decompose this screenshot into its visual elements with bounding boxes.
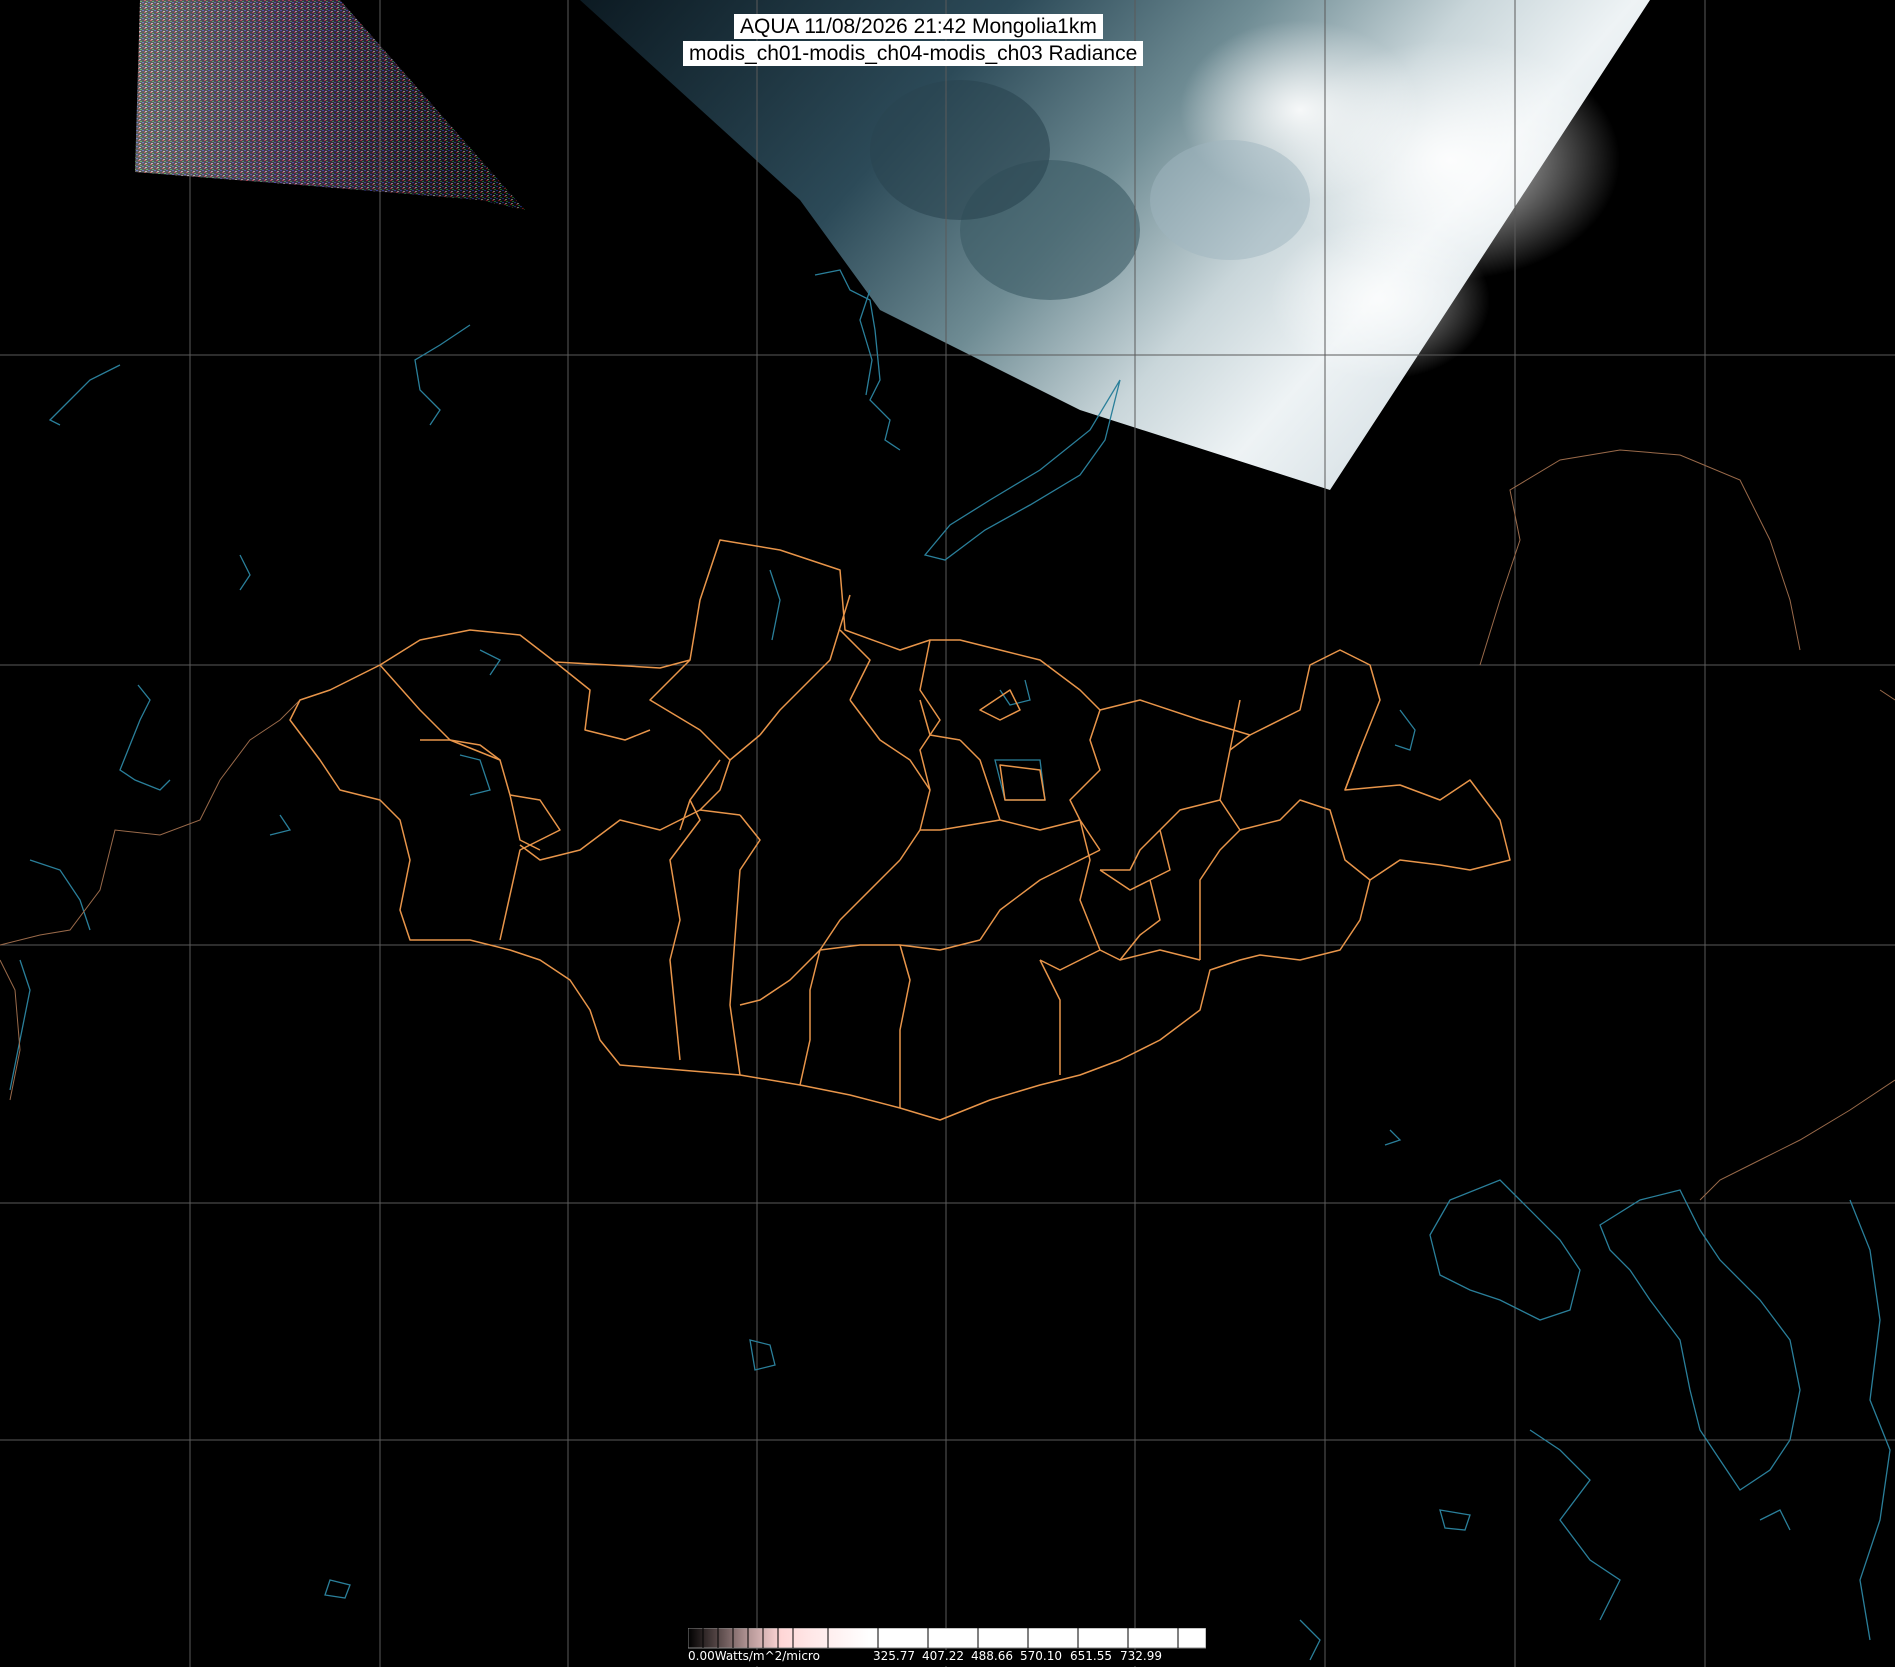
colorbar-tick-label: 407.22 — [922, 1649, 964, 1663]
map-title-line2: modis_ch01-modis_ch04-modis_ch03 Radianc… — [683, 41, 1144, 66]
colorbar-unit-label: 0.00Watts/m^2/micro — [688, 1649, 820, 1663]
map-title-line1: AQUA 11/08/2026 21:42 Mongolia1km — [734, 14, 1103, 39]
colorbar-tick-label: 651.55 — [1070, 1649, 1112, 1663]
satellite-swath — [580, 0, 1650, 490]
neighbor-borders — [0, 449, 1895, 1201]
colorbar-tick-label: 570.10 — [1020, 1649, 1062, 1663]
mongolia-province-borders — [289, 539, 1511, 1121]
colorbar-tick-label: 732.99 — [1120, 1649, 1162, 1663]
colorbar-tick-label: 325.77 — [873, 1649, 915, 1663]
noise-swath-fragment — [135, 0, 525, 210]
colorbar-tick-label: 488.66 — [971, 1649, 1013, 1663]
coastlines-and-lakes — [9, 269, 1891, 1661]
map-canvas — [0, 0, 1895, 1667]
